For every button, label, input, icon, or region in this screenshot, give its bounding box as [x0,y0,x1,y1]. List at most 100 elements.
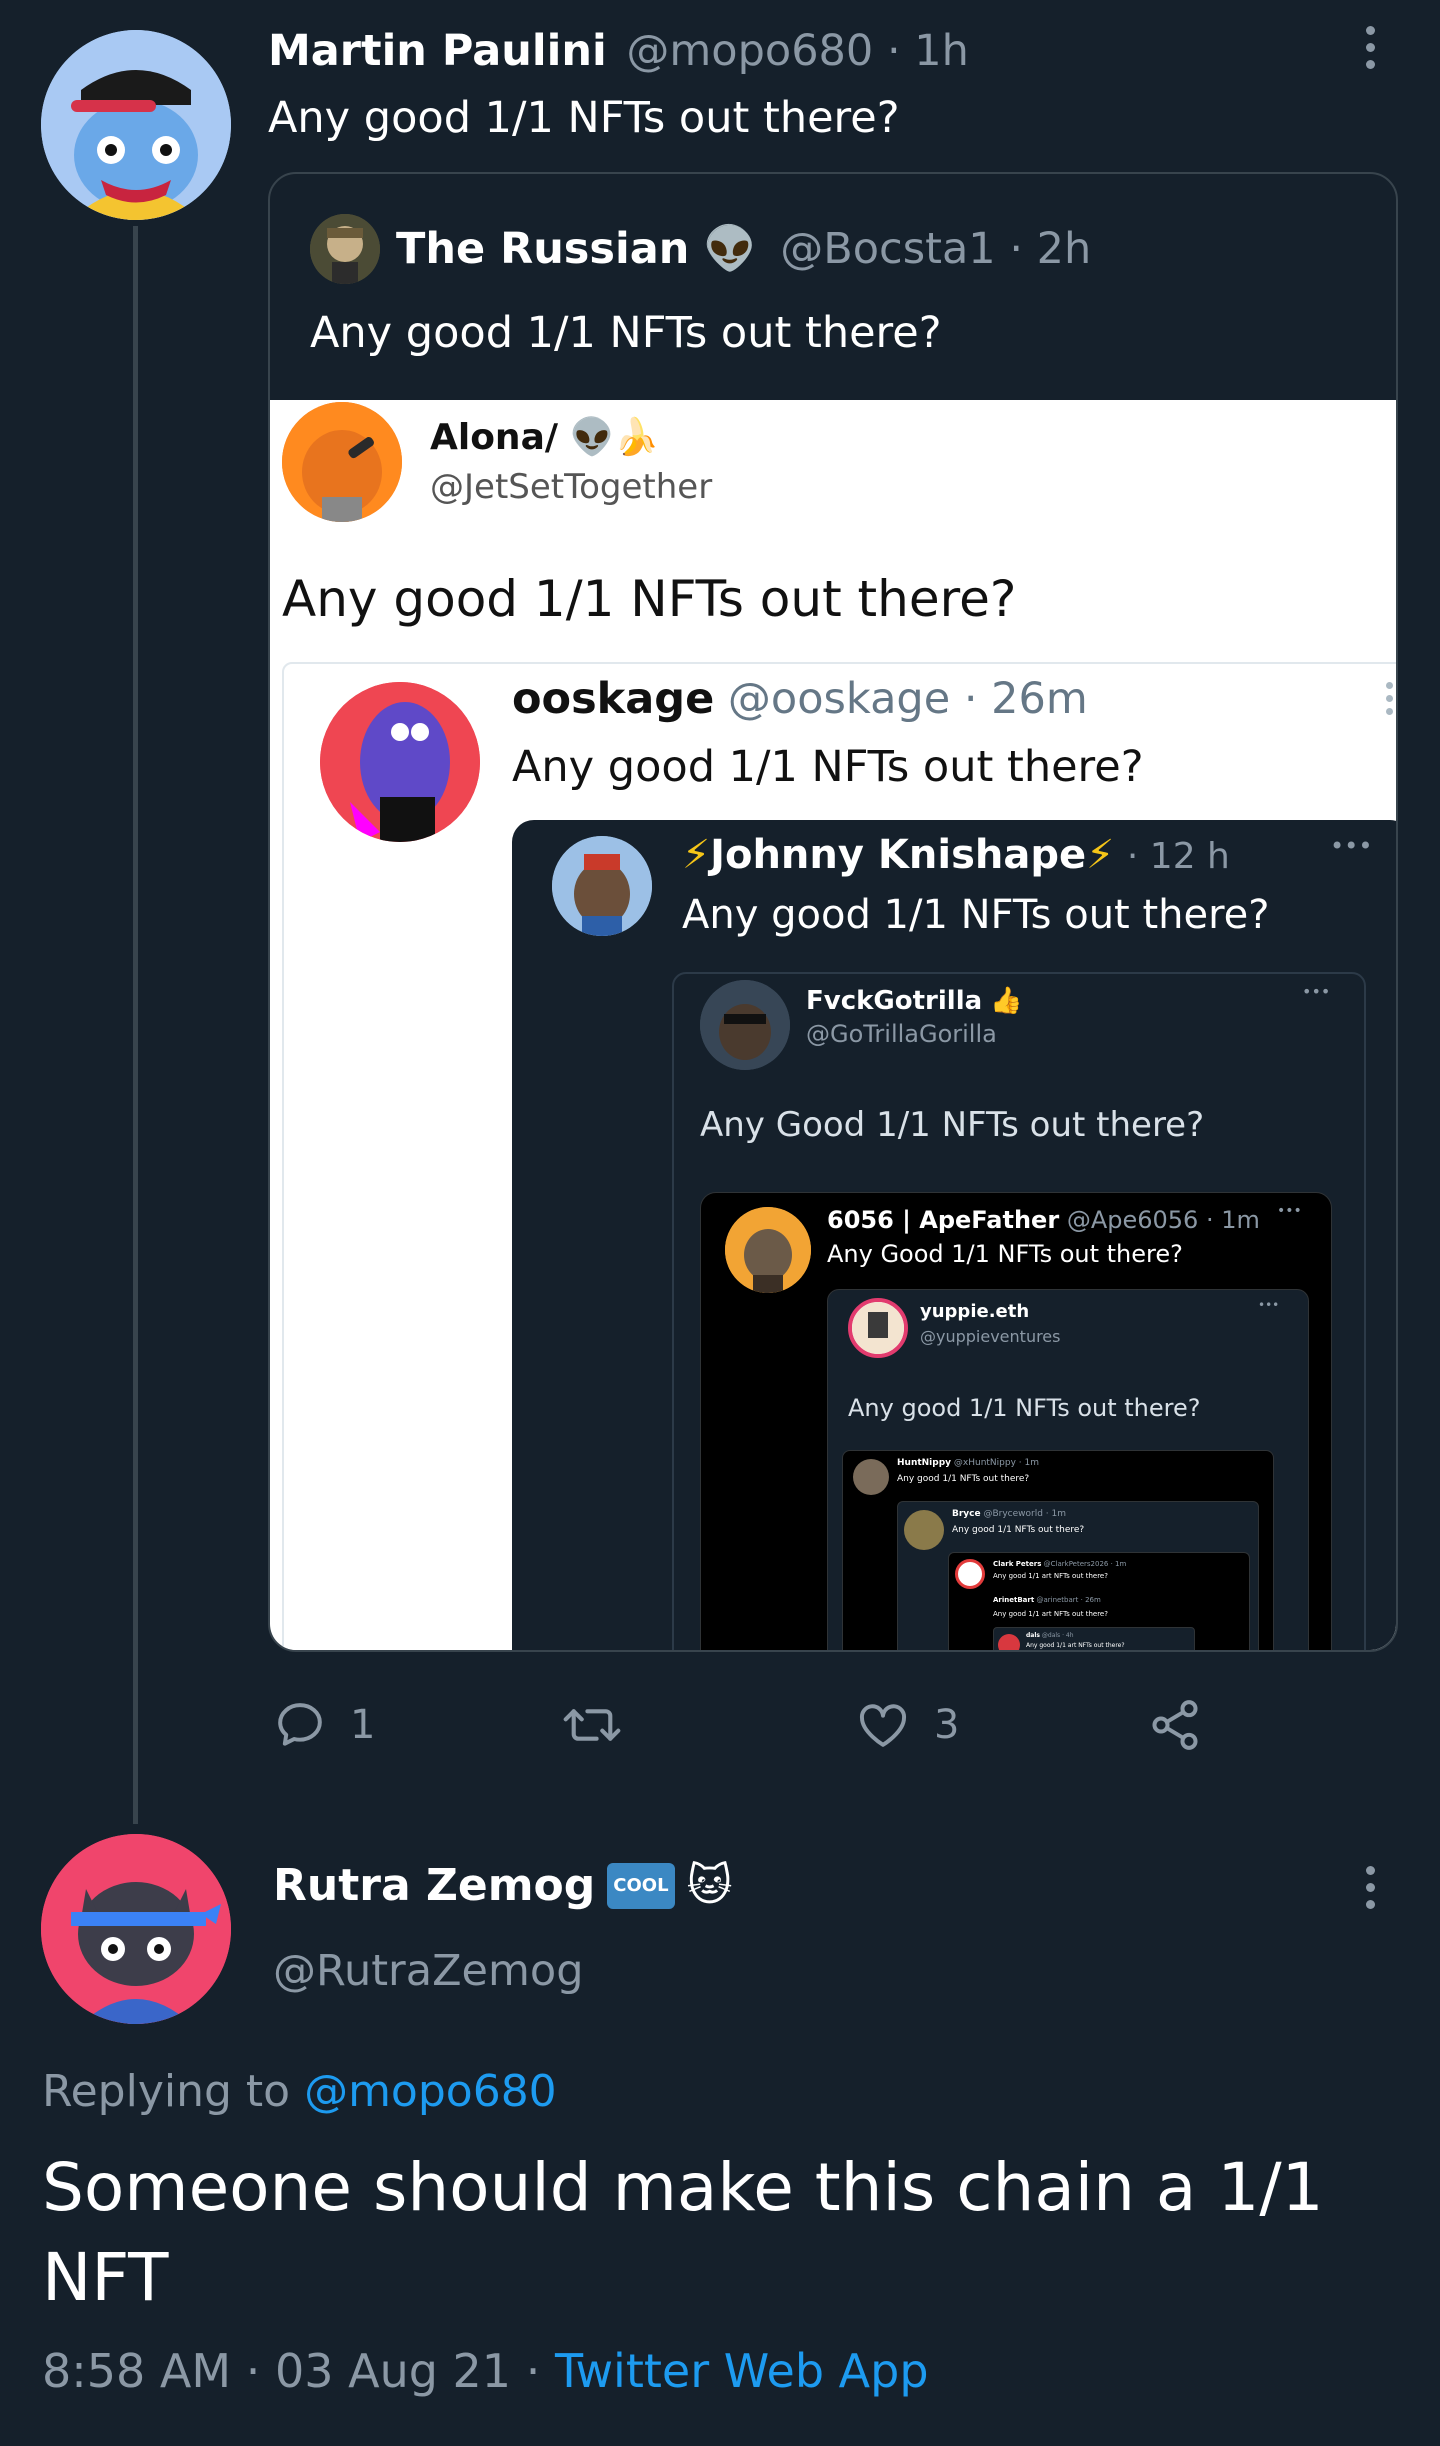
reply-more-options-icon[interactable] [1363,1866,1377,1909]
bryce-name: Bryce [952,1509,981,1519]
alona-name: Alona/ [430,417,559,458]
hunt-name: HuntNippy [897,1458,952,1468]
fvck-text: Any Good 1/1 NFTs out there? [700,1105,1205,1145]
reply-text-line2: NFT [42,2239,169,2316]
arinet-name: ArinetBart [993,1596,1035,1604]
ooskage-text: Any good 1/1 NFTs out there? [512,742,1144,792]
quote-author-name: The Russian [396,224,690,274]
dals-card: dals @dals · 4h Any good 1/1 art NFTs ou… [993,1627,1195,1650]
retweet-icon [563,1709,621,1741]
like-button[interactable]: 3 [854,1697,959,1753]
heart-icon [860,1704,906,1747]
johnny-avatar [552,836,652,936]
yuppie-handle: @yuppieventures [920,1327,1061,1346]
clark-card: Clark Peters @ClarkPeters2026 · 1m Any g… [948,1552,1250,1650]
apefather-card: 6056 | ApeFather @Ape6056 · 1m ••• Any G… [700,1192,1332,1650]
lightning-icon: ⚡ [1086,832,1115,878]
cool-badge-icon: COOL [607,1863,675,1909]
bryce-handle: @Bryceworld · 1m [983,1509,1067,1519]
fvck-avatar [700,980,790,1070]
author-handle[interactable]: @mopo680 [626,26,873,76]
avatar[interactable] [41,30,231,220]
alien-icon: 👽 [703,224,757,274]
thread-line [133,226,138,1824]
ooskage-more-icon [1382,682,1396,715]
clark-text: Any good 1/1 art NFTs out there? [993,1572,1108,1580]
johnny-name: Johnny Knishape [710,832,1087,878]
share-icon [1152,1700,1198,1750]
dals-avatar [998,1634,1020,1650]
arinet-handle: @arinetbart · 26m [1036,1596,1101,1604]
replying-to-label: Replying to [42,2066,291,2117]
dals-text: Any good 1/1 art NFTs out there? [1026,1642,1125,1649]
yuppie-name: yuppie.eth [920,1301,1030,1322]
alona-text: Any good 1/1 NFTs out there? [282,570,1017,628]
fvck-handle: @GoTrillaGorilla [806,1020,997,1048]
like-count: 3 [934,1702,960,1748]
quote-time: · 2h [1009,224,1092,274]
quote-author-handle: @Bocsta1 [780,224,996,274]
apefather-more-icon: ••• [1277,1203,1302,1219]
author-name[interactable]: Martin Paulini [268,26,607,76]
quote-card[interactable]: The Russian 👽 @Bocsta1 · 2h Any good 1/1… [268,172,1398,1652]
ooskage-handle: @ooskage [727,674,951,724]
avatar-image [41,30,231,220]
quote-text: Any good 1/1 NFTs out there? [310,308,942,358]
clark-name: Clark Peters [993,1560,1042,1568]
separator: · [886,26,901,76]
ooskage-card: ooskage @ooskage · 26m Any good 1/1 NFTs… [282,662,1396,1650]
reply-timestamp[interactable]: 8:58 AM · 03 Aug 21 · [42,2344,540,2398]
bryce-text: Any good 1/1 NFTs out there? [952,1525,1085,1535]
dals-name: dals [1026,1632,1040,1639]
apefather-text: Any Good 1/1 NFTs out there? [827,1240,1183,1268]
apefather-name: 6056 | ApeFather [827,1206,1060,1234]
share-button[interactable] [1146,1697,1204,1757]
bryce-card: Bryce @Bryceworld · 1m Any good 1/1 NFTs… [897,1501,1259,1650]
reply-button[interactable]: 1 [272,1697,375,1753]
reply-avatar[interactable] [41,1834,231,2024]
more-options-icon[interactable] [1363,26,1377,69]
reply-text-line1: Someone should make this chain a 1/1 [42,2149,1324,2226]
retweet-button[interactable] [560,1697,624,1757]
johnny-more-icon: ••• [1330,832,1373,860]
tweet-time[interactable]: 1h [914,26,969,76]
fvck-card: FvckGotrilla 👍 @GoTrillaGorilla ••• Any … [672,972,1366,1650]
dals-handle: @dals · 4h [1041,1632,1074,1639]
johnny-text: Any good 1/1 NFTs out there? [682,892,1270,938]
arinet-text: Any good 1/1 art NFTs out there? [993,1610,1108,1618]
ooskage-time: · 26m [963,674,1088,724]
reply-avatar-image [41,1834,231,2024]
fvck-name: FvckGotrilla [806,986,983,1016]
tweet-text: Any good 1/1 NFTs out there? [268,93,900,143]
clark-avatar [955,1559,985,1589]
johnny-card: ⚡Johnny Knishape⚡ · 12 h ••• Any good 1/… [512,820,1396,1650]
alien-banana-icon: 👽🍌 [569,417,660,458]
hunt-text: Any good 1/1 NFTs out there? [897,1474,1030,1484]
reply-icon [278,1703,322,1746]
quote-avatar [310,214,380,284]
fvck-more-icon: ••• [1302,982,1331,1001]
reply-author-handle[interactable]: @RutraZemog [273,1942,584,2000]
alona-avatar [282,402,402,522]
yuppie-text: Any good 1/1 NFTs out there? [848,1394,1201,1422]
bryce-avatar [904,1510,944,1550]
hunt-card: HuntNippy @xHuntNippy · 1m Any good 1/1 … [842,1450,1274,1650]
hunt-handle: @xHuntNippy · 1m [953,1458,1039,1468]
lightning-icon: ⚡ [682,832,711,878]
ooskage-name: ooskage [512,674,715,724]
apefather-handle: @Ape6056 · 1m [1066,1206,1260,1234]
hunt-avatar [853,1459,889,1495]
reply-count: 1 [350,1702,376,1748]
reply-source[interactable]: Twitter Web App [555,2344,929,2398]
apefather-avatar [725,1207,811,1293]
clark-handle: @ClarkPeters2026 · 1m [1043,1560,1127,1568]
hand-icon: 👍 [990,986,1023,1016]
johnny-time: · 12 h [1126,836,1230,877]
reply-author-name[interactable]: Rutra Zemog [273,1856,595,1916]
screenshot-image: Alona/ 👽🍌 @JetSetTogether Any good 1/1 N… [270,400,1396,1650]
alona-handle: @JetSetTogether [430,467,713,507]
yuppie-avatar [848,1298,908,1358]
ooskage-avatar [320,682,480,842]
yuppie-more-icon: ••• [1258,1298,1280,1312]
replying-to-handle[interactable]: @mopo680 [304,2066,557,2117]
